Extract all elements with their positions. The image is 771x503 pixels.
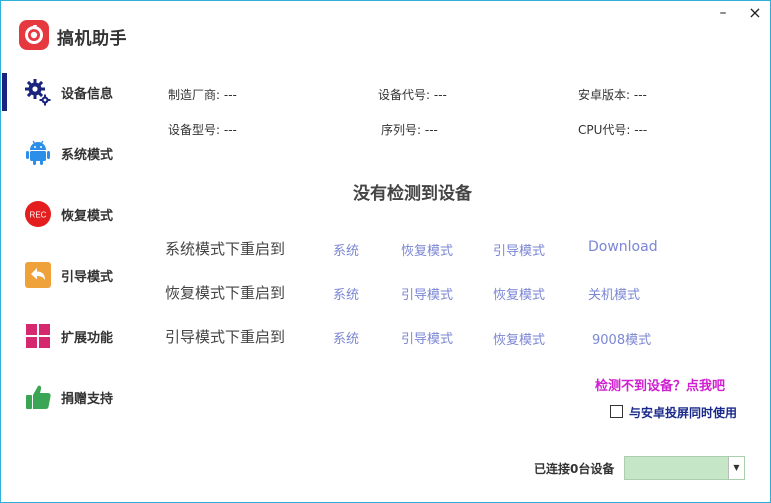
gears-icon: [25, 79, 51, 106]
device-select[interactable]: ▼: [624, 456, 745, 480]
detect-help-link[interactable]: 检测不到设备？点我吧: [595, 375, 725, 394]
grid-icon: [26, 324, 50, 348]
rec-icon-text: REC: [30, 211, 47, 220]
android-icon: [26, 140, 50, 165]
sidebar-item-recovery-mode[interactable]: REC 恢复模式: [1, 191, 141, 237]
reboot-row-label: 恢复模式下重启到: [165, 284, 286, 302]
sidebar-item-extensions[interactable]: 扩展功能: [1, 313, 141, 359]
sidebar-item-label: 扩展功能: [61, 331, 114, 346]
info-android-version: 安卓版本: ---: [578, 88, 647, 102]
no-device-status: 没有检测到设备: [353, 184, 472, 204]
reboot-system-option[interactable]: 系统: [333, 284, 359, 303]
reboot-download-option[interactable]: Download: [588, 239, 658, 255]
reboot-recovery-option[interactable]: 恢复模式: [493, 329, 545, 348]
reboot-recovery-option[interactable]: 恢复模式: [493, 284, 545, 303]
reboot-recovery-option[interactable]: 恢复模式: [401, 240, 453, 259]
sidebar-item-label: 引导模式: [61, 270, 114, 285]
reboot-bootloader-option[interactable]: 引导模式: [493, 240, 545, 259]
reboot-system-option[interactable]: 系统: [333, 240, 359, 259]
info-device-code: 设备代号: ---: [378, 88, 447, 102]
chevron-down-icon[interactable]: ▼: [728, 457, 744, 479]
sidebar-item-label: 系统模式: [61, 148, 114, 163]
sync-checkbox[interactable]: [610, 405, 623, 418]
app-title: 搞机助手: [57, 29, 127, 49]
sidebar-item-system-mode[interactable]: 系统模式: [1, 130, 141, 176]
sidebar-item-label: 捐赠支持: [61, 392, 114, 407]
info-serial: 序列号: ---: [381, 123, 438, 137]
sync-checkbox-label[interactable]: 与安卓投屏同时使用: [629, 404, 737, 421]
info-model: 设备型号: ---: [168, 123, 237, 137]
reboot-bootloader-option[interactable]: 引导模式: [401, 284, 453, 303]
rec-icon: REC: [25, 201, 51, 227]
reboot-system-option[interactable]: 系统: [333, 328, 359, 347]
sidebar-item-device-info[interactable]: 设备信息: [1, 69, 141, 115]
reboot-row-label: 引导模式下重启到: [165, 328, 286, 346]
info-manufacturer: 制造厂商: ---: [168, 88, 237, 102]
close-button[interactable]: ×: [745, 3, 765, 23]
connected-count-label: 已连接0台设备: [534, 462, 615, 476]
sidebar-item-bootloader-mode[interactable]: 引导模式: [1, 252, 141, 298]
info-cpu-code: CPU代号: ---: [578, 123, 648, 137]
main-window: 搞机助手 – × 设备信息 系统模式 REC 恢复模式 引导模式 扩展功能 捐赠…: [0, 0, 771, 503]
sidebar-item-label: 设备信息: [61, 87, 114, 102]
minimize-button[interactable]: –: [713, 3, 733, 23]
thumbs-up-icon: [26, 385, 51, 409]
reboot-9008-option[interactable]: 9008模式: [592, 329, 651, 348]
reboot-row-label: 系统模式下重启到: [165, 240, 286, 258]
app-logo-icon: [19, 20, 49, 50]
sidebar-item-label: 恢复模式: [61, 209, 114, 224]
back-arrow-icon: [25, 262, 51, 288]
sidebar-item-donate[interactable]: 捐赠支持: [1, 374, 141, 420]
reboot-bootloader-option[interactable]: 引导模式: [401, 328, 453, 347]
reboot-poweroff-option[interactable]: 关机模式: [588, 284, 640, 303]
